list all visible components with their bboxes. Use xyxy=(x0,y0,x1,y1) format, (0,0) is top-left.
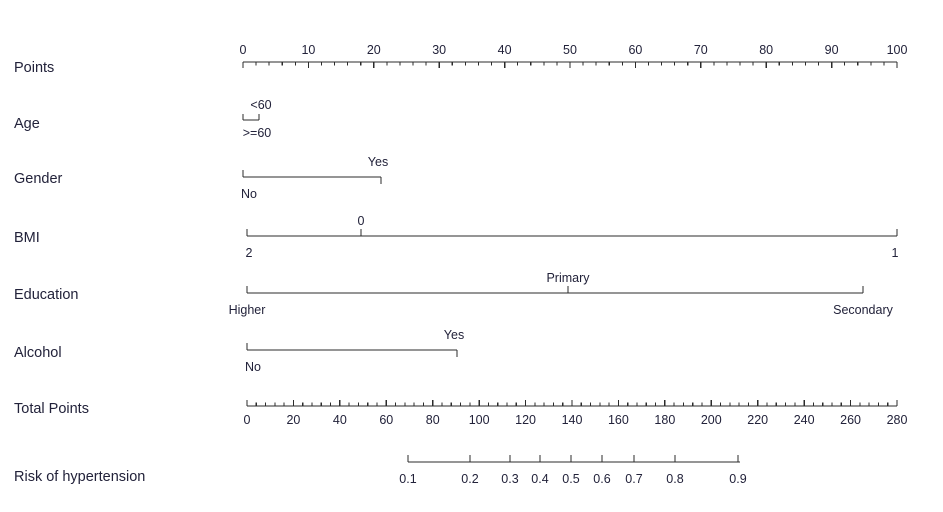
total-points-tick-label: 140 xyxy=(562,413,583,427)
risk-tick-label: 0.5 xyxy=(562,472,579,486)
points-tick-label: 50 xyxy=(563,43,577,57)
points-tick-label: 70 xyxy=(694,43,708,57)
total-points-tick-label: 220 xyxy=(747,413,768,427)
education-tick-label: Higher xyxy=(229,303,266,317)
bmi-tick-label: 1 xyxy=(892,246,899,260)
education-tick-label: Primary xyxy=(546,271,590,285)
points-tick-label: 80 xyxy=(759,43,773,57)
row-label-bmi: BMI xyxy=(14,230,40,246)
row-label-alcohol: Alcohol xyxy=(14,345,62,361)
risk-tick-label: 0.9 xyxy=(729,472,746,486)
risk-tick-label: 0.4 xyxy=(531,472,548,486)
total-points-tick-label: 280 xyxy=(887,413,908,427)
age-category-label: <60 xyxy=(250,98,271,112)
education-tick-label: Secondary xyxy=(833,303,894,317)
points-tick-label: 10 xyxy=(301,43,315,57)
total-points-tick-label: 160 xyxy=(608,413,629,427)
total-points-tick-label: 20 xyxy=(286,413,300,427)
total-points-tick-label: 260 xyxy=(840,413,861,427)
bmi-tick-label: 0 xyxy=(358,214,365,228)
points-tick-label: 20 xyxy=(367,43,381,57)
age-category-label: >=60 xyxy=(243,126,272,140)
row-label-total_points: Total Points xyxy=(14,401,89,417)
row-label-gender: Gender xyxy=(14,171,63,187)
total-points-tick-label: 180 xyxy=(654,413,675,427)
row-label-risk: Risk of hypertension xyxy=(14,469,145,485)
total-points-tick-label: 240 xyxy=(794,413,815,427)
points-tick-label: 40 xyxy=(498,43,512,57)
gender-category-label-yes: Yes xyxy=(368,155,388,169)
points-tick-label: 30 xyxy=(432,43,446,57)
total-points-tick-label: 200 xyxy=(701,413,722,427)
alcohol-category-label-no: No xyxy=(245,360,261,374)
risk-tick-label: 0.8 xyxy=(666,472,683,486)
points-tick-label: 60 xyxy=(628,43,642,57)
alcohol-category-label-yes: Yes xyxy=(444,328,464,342)
row-label-education: Education xyxy=(14,287,79,303)
total-points-tick-label: 0 xyxy=(244,413,251,427)
nomogram-figure: Points Age Gender BMI Education Alcohol Total … xyxy=(14,43,908,486)
total-points-tick-label: 100 xyxy=(469,413,490,427)
risk-tick-label: 0.3 xyxy=(501,472,518,486)
total-points-tick-label: 80 xyxy=(426,413,440,427)
points-tick-label: 0 xyxy=(240,43,247,57)
row-label-points: Points xyxy=(14,60,54,76)
points-tick-label: 90 xyxy=(825,43,839,57)
total-points-tick-label: 120 xyxy=(515,413,536,427)
risk-tick-label: 0.1 xyxy=(399,472,416,486)
row-label-age: Age xyxy=(14,116,40,132)
points-tick-label: 100 xyxy=(887,43,908,57)
risk-tick-label: 0.7 xyxy=(625,472,642,486)
risk-tick-label: 0.2 xyxy=(461,472,478,486)
gender-category-label-no: No xyxy=(241,187,257,201)
bmi-tick-label: 2 xyxy=(246,246,253,260)
total-points-tick-label: 40 xyxy=(333,413,347,427)
risk-tick-label: 0.6 xyxy=(593,472,610,486)
total-points-tick-label: 60 xyxy=(379,413,393,427)
